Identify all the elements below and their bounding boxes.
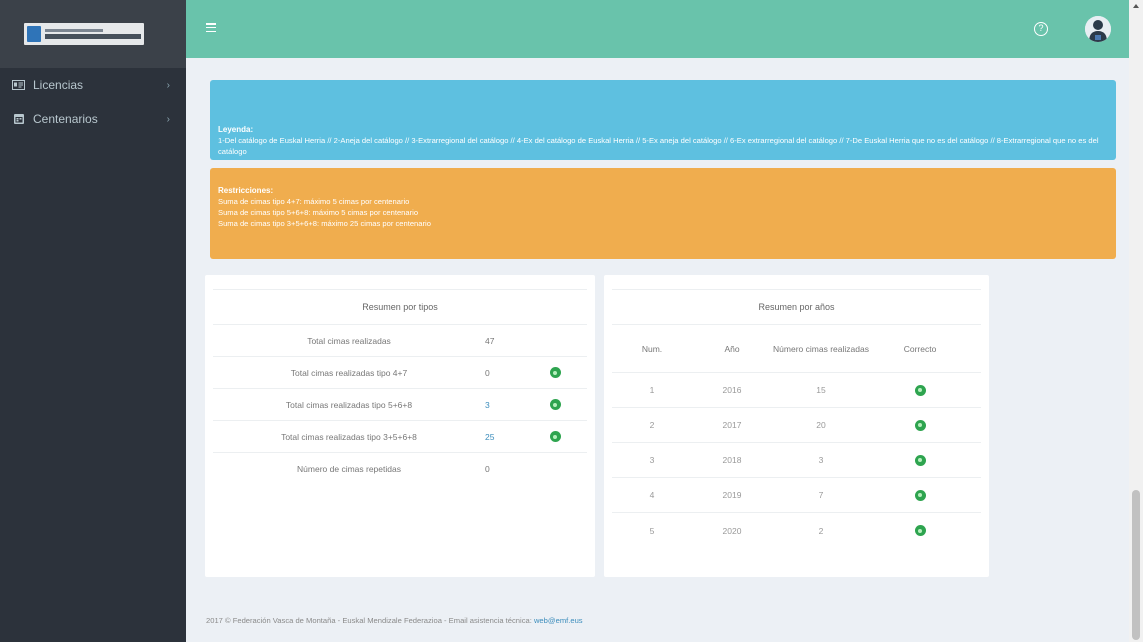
- check-ok-icon: [914, 454, 926, 466]
- cell-num: 1: [649, 385, 655, 395]
- logo-mark-icon: [27, 26, 41, 42]
- cell-count: 20: [816, 420, 826, 430]
- chevron-right-icon: ›: [166, 79, 170, 91]
- help-circle-icon[interactable]: ?: [1034, 22, 1048, 36]
- restrictions-title: Restricciones:: [218, 186, 274, 195]
- logo-bar: [0, 0, 186, 68]
- support-email-link[interactable]: web@emf.eus: [534, 616, 583, 625]
- id-card-icon: [12, 80, 25, 91]
- cell-num: 3: [649, 455, 655, 465]
- sidebar-item-licencias[interactable]: Licencias ›: [0, 68, 186, 102]
- check-ok-icon: [914, 489, 926, 501]
- restrictions-callout: Restricciones: Suma de cimas tipo 4+7: m…: [210, 168, 1116, 259]
- cell-count: 7: [818, 490, 824, 500]
- row-value: 25: [485, 431, 495, 442]
- legend-title: Leyenda:: [218, 125, 254, 134]
- sidebar: Licencias › Centenarios ›: [0, 0, 186, 642]
- restriction-line: Suma de cimas tipo 5+6+8: máximo 5 cimas…: [218, 208, 419, 217]
- cell-num: 2: [649, 420, 655, 430]
- row-label: Total cimas realizadas: [307, 335, 391, 346]
- table-row: Total cimas realizadas tipo 4+7 0: [213, 357, 587, 389]
- cell-num: 5: [649, 525, 655, 536]
- user-avatar[interactable]: [1085, 16, 1111, 42]
- column-header-ok: Correcto: [903, 343, 937, 354]
- table-row: 2 2017 20: [612, 408, 981, 443]
- panel-title: Resumen por tipos: [213, 289, 587, 325]
- row-value: 0: [485, 367, 490, 378]
- column-header-num: Num.: [641, 343, 663, 354]
- check-ok-icon: [549, 367, 561, 378]
- column-header-year: Año: [724, 343, 740, 354]
- table-row: 3 2018 3: [612, 443, 981, 478]
- page-footer: 2017 © Federación Vasca de Montaña - Eus…: [206, 616, 583, 625]
- row-label: Total cimas realizadas tipo 3+5+6+8: [281, 431, 417, 442]
- calendar-icon: [12, 114, 25, 125]
- cell-year: 2017: [722, 420, 742, 430]
- check-ok-icon: [549, 399, 561, 410]
- panel-title: Resumen por años: [612, 289, 981, 325]
- table-row: Total cimas realizadas tipo 5+6+8 3: [213, 389, 587, 421]
- row-value: 47: [485, 335, 495, 346]
- check-ok-icon: [914, 525, 926, 536]
- table-header: Num. Año Número cimas realizadas Correct…: [612, 325, 981, 373]
- sidebar-item-centenarios[interactable]: Centenarios ›: [0, 102, 186, 136]
- federation-logo[interactable]: [24, 23, 144, 45]
- page-scrollbar[interactable]: [1129, 0, 1143, 642]
- scroll-up-icon[interactable]: [1133, 4, 1139, 8]
- table-row: Número de cimas repetidas 0: [213, 453, 587, 485]
- table-row: Total cimas realizadas 47: [213, 325, 587, 357]
- table-row: 5 2020 2: [612, 513, 981, 548]
- cell-year: 2016: [722, 385, 742, 395]
- restriction-line: Suma de cimas tipo 4+7: máximo 5 cimas p…: [218, 197, 410, 206]
- cell-year: 2020: [722, 525, 742, 536]
- summary-by-type-panel: Resumen por tipos Total cimas realizadas…: [205, 275, 595, 577]
- table-row: 4 2019 7: [612, 478, 981, 513]
- chevron-right-icon: ›: [166, 113, 170, 125]
- row-label: Total cimas realizadas tipo 4+7: [290, 367, 408, 378]
- cell-count: 2: [818, 525, 824, 536]
- restriction-line: Suma de cimas tipo 3+5+6+8: máximo 25 ci…: [218, 219, 431, 228]
- legend-text: 1-Del catálogo de Euskal Herria // 2-Ane…: [218, 136, 1099, 156]
- row-label: Total cimas realizadas tipo 5+6+8: [285, 399, 413, 410]
- legend-callout: Leyenda: 1-Del catálogo de Euskal Herria…: [210, 80, 1116, 160]
- cell-year: 2019: [722, 490, 742, 500]
- footer-text: 2017 © Federación Vasca de Montaña - Eus…: [206, 616, 532, 625]
- sidebar-item-label: Licencias: [33, 78, 84, 92]
- sidebar-item-label: Centenarios: [33, 112, 98, 126]
- table-row: Total cimas realizadas tipo 3+5+6+8 25: [213, 421, 587, 453]
- table-row: 1 2016 15: [612, 373, 981, 408]
- scrollbar-thumb[interactable]: [1132, 490, 1140, 640]
- top-navbar: ?: [186, 0, 1143, 58]
- check-ok-icon: [914, 384, 926, 396]
- row-label: Número de cimas repetidas: [297, 464, 401, 474]
- check-ok-icon: [914, 419, 926, 431]
- row-value: 3: [485, 399, 490, 410]
- cell-num: 4: [649, 490, 655, 500]
- hamburger-icon[interactable]: [206, 23, 216, 32]
- column-header-count: Número cimas realizadas: [773, 343, 869, 354]
- row-value: 0: [485, 464, 490, 474]
- check-ok-icon: [549, 431, 561, 442]
- cell-count: 3: [818, 455, 824, 465]
- cell-year: 2018: [722, 455, 742, 465]
- cell-count: 15: [816, 385, 826, 395]
- summary-by-year-panel: Resumen por años Num. Año Número cimas r…: [604, 275, 989, 577]
